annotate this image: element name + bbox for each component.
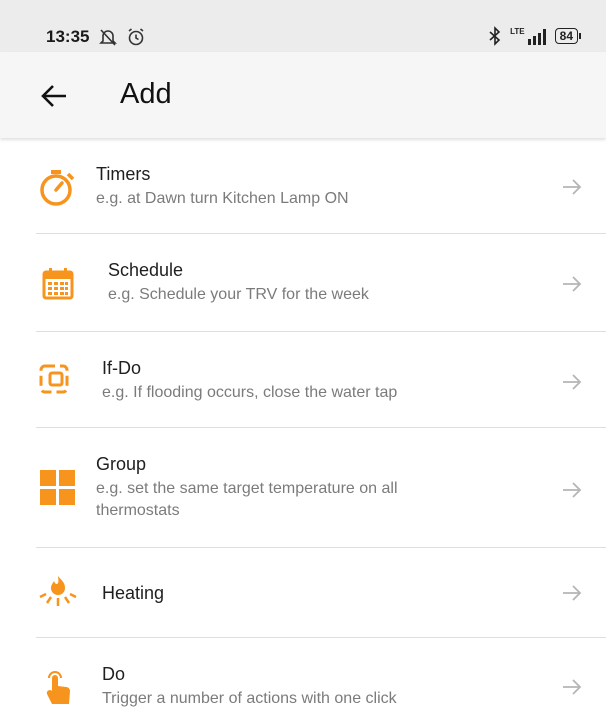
list-item-if-do[interactable]: If-Do e.g. If flooding occurs, close the… (0, 332, 606, 428)
item-subtitle: e.g. at Dawn turn Kitchen Lamp ON (96, 190, 349, 207)
app-bar: Add (0, 52, 606, 138)
battery-icon: 84 (554, 28, 582, 44)
tap-hand-icon (46, 671, 70, 704)
signal-indicator: LTE (510, 27, 547, 45)
arrow-left-icon[interactable] (38, 80, 70, 112)
arrow-right-icon (563, 679, 582, 695)
item-subtitle: Trigger a number of actions with one cli… (102, 690, 397, 707)
status-icons-left (98, 27, 146, 47)
list-item-group[interactable]: Group e.g. set the same target temperatu… (0, 428, 606, 548)
arrow-right-icon (563, 585, 582, 601)
stopwatch-icon (40, 170, 75, 206)
arrow-right-icon (563, 179, 582, 195)
list-item-heating[interactable]: Heating (0, 548, 606, 638)
signal-icon (527, 29, 546, 45)
arrow-right-icon (563, 482, 582, 498)
item-subtitle: e.g. set the same target temperature on … (96, 480, 398, 519)
item-title: Schedule (108, 260, 184, 280)
network-type: LTE (510, 27, 525, 36)
item-title: Group (96, 454, 147, 474)
if-do-icon (39, 364, 69, 394)
arrow-right-icon (563, 276, 582, 292)
list-item-timers[interactable]: Timers e.g. at Dawn turn Kitchen Lamp ON (0, 138, 606, 234)
status-bar: 13:35 LTE 84 (0, 0, 606, 52)
flame-icon (39, 576, 77, 606)
item-title: Heating (102, 583, 165, 603)
alarm-icon (128, 28, 144, 46)
grid-icon (40, 470, 75, 505)
bluetooth-icon (489, 26, 501, 46)
item-subtitle: e.g. Schedule your TRV for the week (108, 286, 369, 303)
status-time: 13:35 (46, 27, 90, 46)
list-item-do[interactable]: Do Trigger a number of actions with one … (0, 638, 606, 727)
page-title: Add (120, 78, 172, 110)
status-icons-right: LTE 84 (488, 26, 582, 46)
calendar-icon (42, 268, 74, 300)
arrow-right-icon (563, 374, 582, 390)
notifications-off-icon (99, 29, 117, 46)
item-subtitle: e.g. If flooding occurs, close the water… (102, 384, 398, 401)
list-item-schedule[interactable]: Schedule e.g. Schedule your TRV for the … (0, 234, 606, 332)
item-title: Do (102, 664, 126, 684)
item-title: If-Do (102, 358, 142, 378)
item-title: Timers (96, 164, 151, 184)
